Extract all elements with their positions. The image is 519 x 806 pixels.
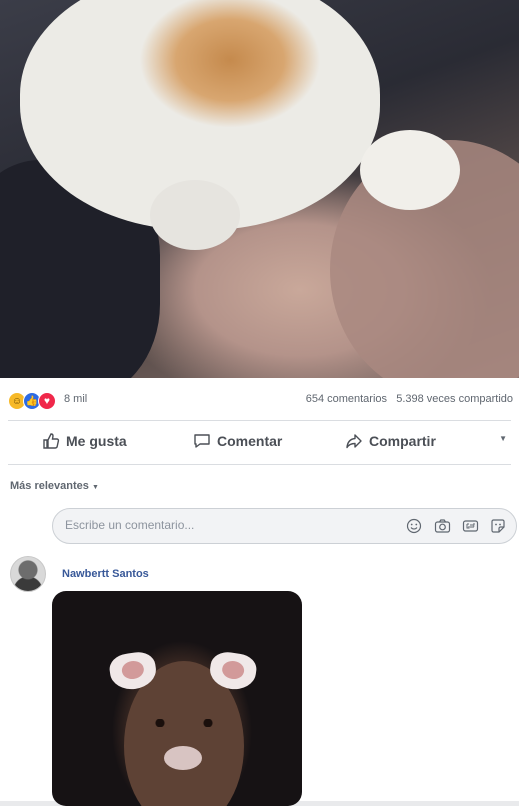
reaction-count[interactable]: 8 mil xyxy=(64,393,87,405)
divider xyxy=(8,464,511,465)
reactions-row: ☺ 👍 ♥ 8 mil 654 comentarios 5.398 veces … xyxy=(8,388,513,412)
comment-composer[interactable] xyxy=(52,508,517,544)
comment-button-label: Comentar xyxy=(217,433,283,449)
comments-count[interactable]: 654 comentarios xyxy=(306,393,387,405)
post-footer: ☺ 👍 ♥ 8 mil 654 comentarios 5.398 veces … xyxy=(0,378,519,806)
reaction-icons[interactable]: ☺ 👍 ♥ xyxy=(8,392,56,410)
divider xyxy=(8,420,511,421)
like-button-label: Me gusta xyxy=(66,433,127,449)
share-arrow-icon xyxy=(346,434,362,449)
photo-cat-paw xyxy=(360,130,460,210)
photo-cat-paw xyxy=(150,180,240,250)
thumbs-up-icon xyxy=(43,433,60,449)
post-photo[interactable] xyxy=(0,0,519,378)
post-stats: 654 comentarios 5.398 veces compartido xyxy=(306,393,513,405)
commenter-name[interactable]: Nawbertt Santos xyxy=(62,568,149,580)
emoji-icon[interactable] xyxy=(404,516,424,536)
cat-nose-filter-icon xyxy=(164,746,202,770)
post-actions: Me gusta Comentar Compartir ▼ xyxy=(0,426,519,460)
chevron-down-icon: ▼ xyxy=(91,484,99,491)
share-button[interactable]: Compartir xyxy=(345,432,436,450)
comment-input[interactable] xyxy=(63,517,367,533)
love-reaction-icon: ♥ xyxy=(38,392,56,410)
comment-sort-dropdown[interactable]: Más relevantes ▼ xyxy=(10,480,99,492)
comment-image[interactable] xyxy=(52,591,302,806)
speech-bubble-icon xyxy=(194,434,210,448)
comment-sort-label: Más relevantes xyxy=(10,480,89,492)
shares-count[interactable]: 5.398 veces compartido xyxy=(396,393,513,405)
like-button[interactable]: Me gusta xyxy=(42,432,127,450)
gif-icon[interactable] xyxy=(460,516,480,536)
composer-tools xyxy=(404,516,508,536)
commenter-avatar[interactable] xyxy=(10,556,46,592)
comment-button[interactable]: Comentar xyxy=(193,432,282,450)
share-button-label: Compartir xyxy=(369,433,436,449)
audience-caret-icon[interactable]: ▼ xyxy=(499,434,507,443)
camera-icon[interactable] xyxy=(432,516,452,536)
sticker-icon[interactable] xyxy=(488,516,508,536)
comment-image-eyes xyxy=(148,719,220,727)
